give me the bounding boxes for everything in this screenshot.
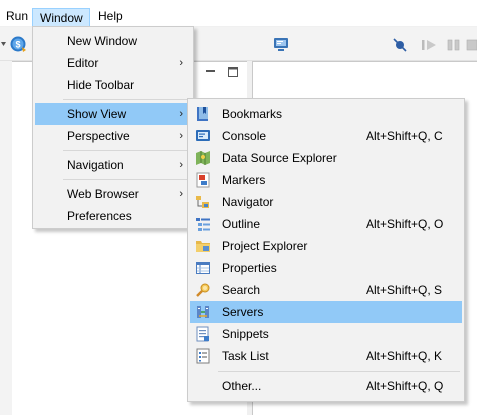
view-item-label: Properties (222, 261, 277, 275)
data-source-explorer-icon (196, 151, 210, 165)
menu-item-perspective[interactable]: Perspective › (35, 125, 191, 147)
view-item-servers[interactable]: Servers (190, 301, 462, 323)
toolbar-dropdown-icon[interactable] (0, 39, 8, 49)
view-item-properties[interactable]: Properties (190, 257, 462, 279)
view-item-search[interactable]: Search Alt+Shift+Q, S (190, 279, 462, 301)
view-item-label: Console (222, 129, 267, 143)
menu-item-navigation[interactable]: Navigation › (35, 154, 191, 176)
menu-item-label: Preferences (67, 209, 132, 223)
menu-item-show-view[interactable]: Show View › (35, 103, 191, 125)
view-item-outline[interactable]: Outline Alt+Shift+Q, O (190, 213, 462, 235)
submenu-arrow-icon: › (179, 130, 183, 142)
suspend-icon[interactable] (446, 37, 462, 53)
view-item-label: Outline (222, 217, 261, 231)
menu-help[interactable]: Help (96, 8, 125, 24)
search-icon (196, 283, 210, 297)
view-item-shortcut: Alt+Shift+Q, K (366, 349, 443, 363)
console-icon (196, 130, 210, 141)
view-item-markers[interactable]: Markers (190, 169, 462, 191)
minimize-icon[interactable] (205, 66, 217, 78)
open-perspective-icon[interactable] (273, 37, 289, 53)
menu-item-new-window[interactable]: New Window (35, 30, 191, 52)
view-item-data-source-explorer[interactable]: Data Source Explorer (190, 147, 462, 169)
menu-item-preferences[interactable]: Preferences (35, 205, 191, 227)
svg-text:$: $ (15, 40, 20, 50)
task-list-icon (196, 348, 210, 364)
view-item-label: Search (222, 283, 261, 297)
run-server-icon[interactable]: $ (9, 35, 27, 53)
view-item-label: Bookmarks (222, 107, 283, 121)
menu-item-web-browser[interactable]: Web Browser › (35, 183, 191, 205)
outline-icon (196, 218, 210, 231)
view-item-shortcut: Alt+Shift+Q, S (366, 283, 443, 297)
submenu-arrow-icon: › (179, 57, 183, 69)
menu-window[interactable]: Window (32, 8, 90, 27)
menu-item-label: Editor (67, 56, 99, 70)
menu-item-editor[interactable]: Editor › (35, 52, 191, 74)
menu-bar: Run Window Help (0, 0, 477, 27)
terminate-icon[interactable] (466, 37, 477, 53)
view-item-shortcut: Alt+Shift+Q, O (366, 217, 444, 231)
view-item-navigator[interactable]: Navigator (190, 191, 462, 213)
view-item-label: Project Explorer (222, 239, 308, 253)
menu-item-label: Perspective (67, 129, 130, 143)
view-item-shortcut: Alt+Shift+Q, C (366, 129, 443, 143)
menu-separator (63, 99, 189, 100)
window-menu: New Window Editor › Hide Toolbar Show Vi… (32, 26, 194, 229)
view-item-task-list[interactable]: Task List Alt+Shift+Q, K (190, 345, 462, 367)
markers-icon (196, 172, 210, 188)
view-item-shortcut: Alt+Shift+Q, Q (366, 379, 444, 393)
view-item-label: Data Source Explorer (222, 151, 337, 165)
view-item-other[interactable]: Other... Alt+Shift+Q, Q (190, 375, 462, 397)
navigator-icon (196, 196, 209, 208)
menu-item-hide-toolbar[interactable]: Hide Toolbar (35, 74, 191, 96)
skip-breakpoints-icon[interactable] (392, 37, 408, 53)
submenu-arrow-icon: › (179, 159, 183, 171)
show-view-submenu: Bookmarks Console Alt+Shift+Q, C Data So… (187, 98, 465, 402)
submenu-arrow-icon: › (179, 188, 183, 200)
properties-icon (196, 262, 210, 274)
view-item-snippets[interactable]: Snippets (190, 323, 462, 345)
menu-item-label: Hide Toolbar (67, 78, 135, 92)
resume-icon[interactable] (421, 37, 439, 53)
menu-item-label: Navigation (67, 158, 124, 172)
snippets-icon (196, 326, 209, 342)
view-item-label: Snippets (222, 327, 269, 341)
view-item-label: Task List (222, 349, 269, 363)
view-item-bookmarks[interactable]: Bookmarks (190, 103, 462, 125)
menu-item-label: Show View (67, 107, 127, 121)
bookmarks-icon (197, 107, 208, 121)
project-explorer-icon (196, 241, 210, 252)
maximize-icon[interactable] (227, 66, 239, 78)
view-item-console[interactable]: Console Alt+Shift+Q, C (190, 125, 462, 147)
menu-run[interactable]: Run (4, 8, 30, 24)
view-item-label: Servers (222, 305, 264, 319)
view-item-label: Other... (222, 379, 262, 393)
menu-separator (63, 179, 189, 180)
submenu-arrow-icon: › (179, 108, 183, 120)
menu-separator (218, 371, 460, 372)
menu-item-label: Web Browser (67, 187, 139, 201)
view-item-project-explorer[interactable]: Project Explorer (190, 235, 462, 257)
left-panel-strip (0, 61, 12, 415)
menu-item-label: New Window (67, 34, 138, 48)
menu-separator (63, 150, 189, 151)
view-item-label: Navigator (222, 195, 274, 209)
servers-icon (197, 306, 209, 318)
view-item-label: Markers (222, 173, 266, 187)
